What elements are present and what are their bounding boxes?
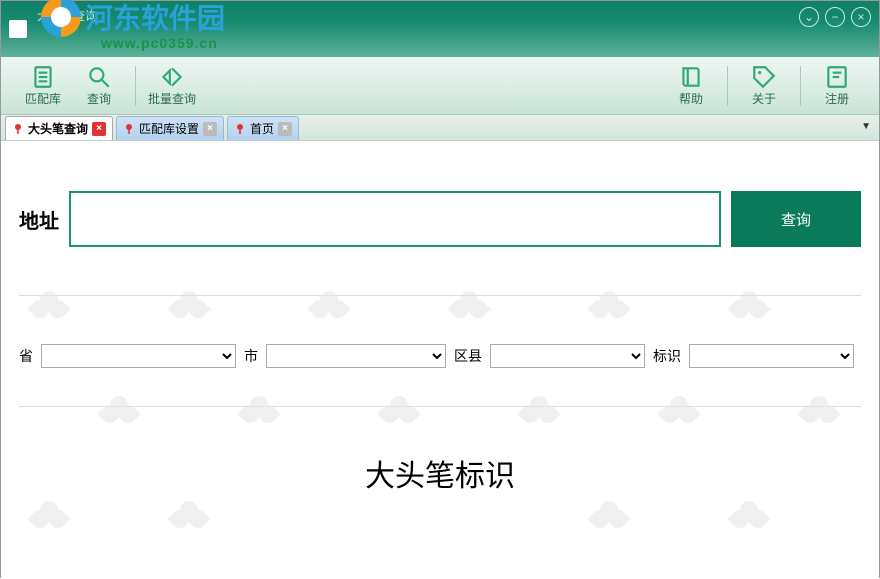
pin-icon bbox=[123, 123, 135, 135]
search-icon bbox=[86, 64, 112, 90]
window-controls: ⌄ − × bbox=[799, 7, 871, 27]
help-label: 帮助 bbox=[679, 90, 703, 107]
tab-query[interactable]: 大头笔查询 × bbox=[5, 116, 113, 140]
toolbar: 匹配库 查询 批量查询 帮助 关于 注册 bbox=[1, 57, 879, 115]
city-label: 市 bbox=[244, 346, 258, 366]
address-label: 地址 bbox=[19, 205, 59, 234]
address-input[interactable] bbox=[69, 191, 721, 247]
register-button[interactable]: 注册 bbox=[809, 64, 865, 107]
search-button[interactable]: 查询 bbox=[731, 191, 861, 247]
district-label: 区县 bbox=[454, 346, 482, 366]
tab-label: 匹配库设置 bbox=[139, 120, 199, 137]
divider bbox=[19, 295, 861, 296]
province-select[interactable] bbox=[41, 344, 236, 368]
tabbar: 大头笔查询 × 匹配库设置 × 首页 × ▼ bbox=[1, 115, 879, 141]
batch-query-button[interactable]: 批量查询 bbox=[144, 64, 200, 107]
window-title: 大头笔查询 bbox=[37, 7, 97, 24]
tab-label: 首页 bbox=[250, 120, 274, 137]
city-select[interactable] bbox=[266, 344, 446, 368]
content-area: 地址 查询 省 市 区县 标识 大头笔标识 bbox=[1, 141, 879, 579]
batch-icon bbox=[159, 64, 185, 90]
minimize-button[interactable]: − bbox=[825, 7, 845, 27]
about-label: 关于 bbox=[752, 90, 776, 107]
tab-close-icon[interactable]: × bbox=[278, 122, 292, 136]
match-db-button[interactable]: 匹配库 bbox=[15, 64, 71, 107]
tab-overflow-button[interactable]: ▼ bbox=[861, 121, 871, 132]
divider bbox=[19, 406, 861, 407]
help-button[interactable]: 帮助 bbox=[663, 64, 719, 107]
match-db-label: 匹配库 bbox=[25, 90, 61, 107]
batch-query-label: 批量查询 bbox=[148, 90, 196, 107]
pin-icon bbox=[12, 123, 24, 135]
address-search-row: 地址 查询 bbox=[1, 141, 879, 277]
query-label: 查询 bbox=[87, 90, 111, 107]
document-icon bbox=[30, 64, 56, 90]
tab-home[interactable]: 首页 × bbox=[227, 116, 299, 140]
close-button[interactable]: × bbox=[851, 7, 871, 27]
query-button[interactable]: 查询 bbox=[71, 64, 127, 107]
tag-icon bbox=[751, 64, 777, 90]
dropdown-button[interactable]: ⌄ bbox=[799, 7, 819, 27]
tag-label: 标识 bbox=[653, 346, 681, 366]
tab-close-icon[interactable]: × bbox=[203, 122, 217, 136]
about-button[interactable]: 关于 bbox=[736, 64, 792, 107]
filter-row: 省 市 区县 标识 bbox=[1, 314, 879, 388]
pin-icon bbox=[234, 123, 246, 135]
register-label: 注册 bbox=[825, 90, 849, 107]
separator bbox=[135, 66, 136, 106]
district-select[interactable] bbox=[490, 344, 645, 368]
app-icon bbox=[9, 20, 27, 38]
province-label: 省 bbox=[19, 346, 33, 366]
tag-select[interactable] bbox=[689, 344, 854, 368]
book-icon bbox=[678, 64, 704, 90]
tab-label: 大头笔查询 bbox=[28, 120, 88, 137]
separator bbox=[727, 66, 728, 106]
separator bbox=[800, 66, 801, 106]
register-icon bbox=[824, 64, 850, 90]
result-heading: 大头笔标识 bbox=[1, 451, 879, 495]
tab-match-settings[interactable]: 匹配库设置 × bbox=[116, 116, 224, 140]
titlebar: 大头笔查询 ⌄ − × bbox=[1, 1, 879, 57]
tab-close-icon[interactable]: × bbox=[92, 122, 106, 136]
